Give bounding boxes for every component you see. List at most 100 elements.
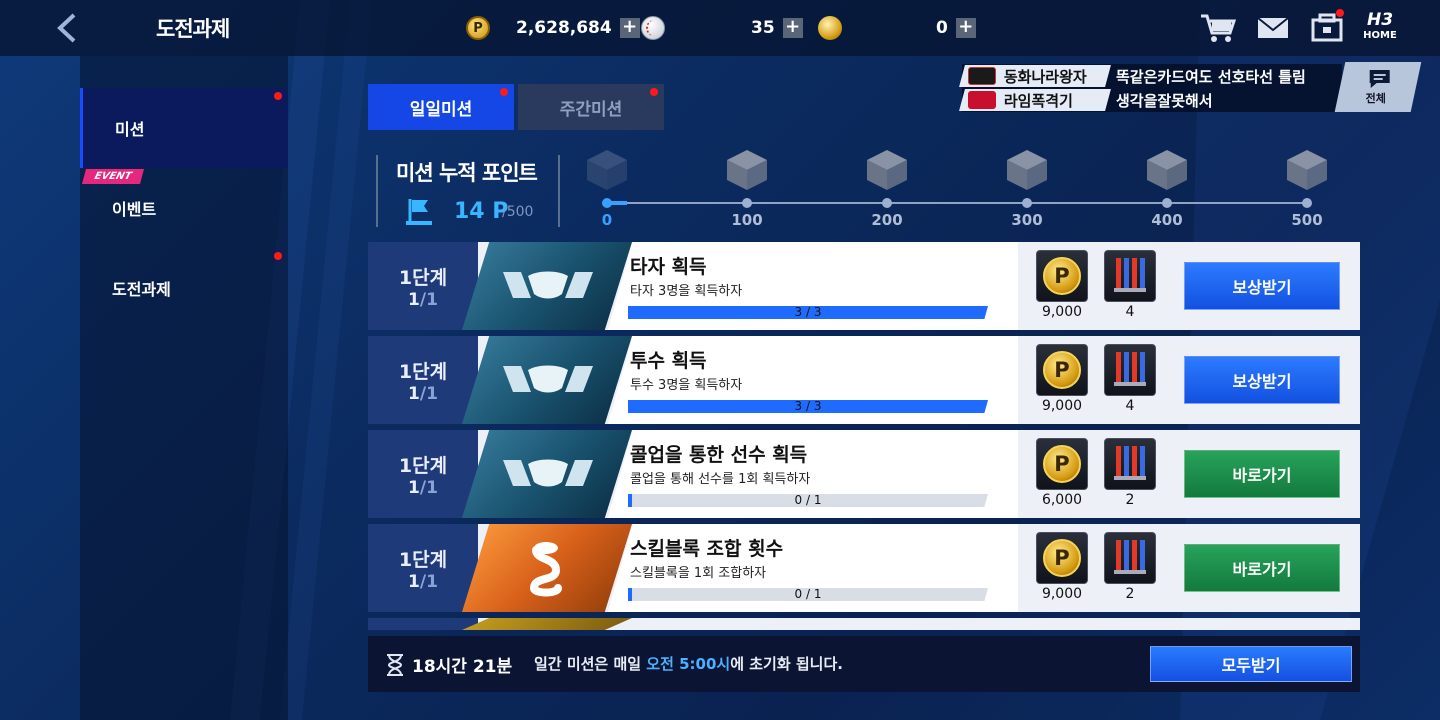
stage-count-done: 1 [408,383,420,404]
handshake-icon [503,365,593,393]
tab-weekly-mission[interactable]: 주간미션 [518,84,664,130]
bat-rack-icon [1114,446,1146,480]
reward-item-slot[interactable] [1104,438,1156,490]
reward-points-slot[interactable]: P [1036,532,1088,584]
mission-description: 투수 3명을 획득하자 [630,378,743,393]
milestone-label: 500 [1291,211,1323,229]
mission-action-label: 보상받기 [1232,372,1292,391]
mission-action-button[interactable]: 보상받기 [1184,356,1340,404]
reward-item-slot[interactable] [1104,532,1156,584]
progress-text: 3 / 3 [794,399,822,413]
milestone-label: 200 [871,211,903,229]
mission-art [462,430,632,518]
mission-action-button[interactable]: 바로가기 [1184,450,1340,498]
mission-action-button[interactable]: 보상받기 [1184,262,1340,310]
top-bar: 도전과제 P 2,628,684 + 35 + 0 + H3 HOME [0,0,1440,56]
reward-item-amount: 2 [1125,492,1135,508]
bat-rack-icon [1114,540,1146,574]
add-ball-button[interactable]: + [782,18,803,38]
view-all-label: 전체 [1365,92,1386,105]
milestone-box-opened-icon[interactable] [585,148,629,192]
sidebar-item-label: 이벤트 [112,200,157,219]
milestone-box-icon[interactable] [865,148,909,192]
tab-label: 일일미션 [409,99,473,120]
add-points-button[interactable]: + [619,18,640,38]
milestone-dot [742,198,752,208]
gold-value: 0 [936,18,948,38]
page-title: 도전과제 [156,17,230,41]
gold-ball-icon [818,16,842,40]
ticker-user: 동화나라왕자 [1004,67,1087,86]
gold-currency: 0 + [818,14,976,42]
mission-action-button[interactable]: 바로가기 [1184,544,1340,592]
milestone-dot [1022,198,1032,208]
progress-text: 0 / 1 [794,587,822,601]
progress-text: 0 / 1 [794,493,822,507]
milestone-box-icon[interactable] [1005,148,1049,192]
mission-progress-bar: 3 / 3 [628,306,988,319]
mission-description: 콜업을 통해 선수를 1회 획득하자 [630,472,811,487]
milestone-box-icon[interactable] [1285,148,1329,192]
ticker-row: 동화나라왕자 똑같은카드여도 선호타선 틀림 [959,65,1306,87]
stage-label: 1단계 [398,454,448,477]
mission-title: 스킬블록 조합 횟수 [630,538,784,560]
tab-label: 주간미션 [559,99,623,120]
mission-points-panel: 미션 누적 포인트 14 P /500 [376,155,560,227]
skill-block-icon [529,542,562,597]
stage-count-total: /1 [419,477,438,498]
stage-label: 1단계 [398,548,448,571]
milestone-box-icon[interactable] [1145,148,1189,192]
bears-logo-icon [968,67,996,85]
milestone-dot [882,198,892,208]
reward-points-slot[interactable]: P [1036,344,1088,396]
stage-count-total: /1 [419,571,438,592]
reward-points-slot[interactable]: P [1036,250,1088,302]
mission-action-label: 바로가기 [1232,560,1292,579]
milestone-dot [1302,198,1312,208]
bat-rack-icon [1114,258,1146,292]
points-coin-icon: P [1043,539,1081,577]
ticker-badge: 라임폭격기 [959,89,1111,111]
stage-label: 1단계 [398,360,448,383]
mission-art [462,242,632,330]
sidebar-item-event[interactable]: 이벤트 [80,168,288,248]
view-all-button[interactable]: 전체 [1334,62,1422,112]
stage-count: 1/1 [408,290,438,310]
stage-count-total: /1 [419,289,438,310]
stage-cell: 1단계 1/1 [368,524,478,612]
handshake-icon [503,459,593,487]
home-button[interactable]: H3 HOME [1362,10,1398,46]
mail-icon[interactable] [1254,10,1294,46]
home-label: HOME [1363,30,1397,41]
sidebar: 미션 EVENT 이벤트 도전과제 [80,56,288,720]
reward-item-amount: 4 [1125,398,1135,414]
tab-daily-mission[interactable]: 일일미션 [368,84,514,130]
reward-points-slot[interactable]: P [1036,438,1088,490]
reset-note-suffix: 에 초기화 됩니다. [730,655,843,673]
claim-all-button[interactable]: 모두받기 [1150,646,1352,682]
sidebar-item-mission[interactable]: 미션 [80,88,288,168]
news-ticker[interactable]: 동화나라왕자 똑같은카드여도 선호타선 틀림 라임폭격기 생각을잘못해서 [959,64,1342,112]
reward-item-amount: 2 [1125,586,1135,602]
reward-item-slot[interactable] [1104,344,1156,396]
mission-progress-bar: 0 / 1 [628,494,988,507]
add-gold-button[interactable]: + [955,18,976,38]
points-value: 2,628,684 [516,18,612,38]
back-arrow-icon[interactable] [52,12,82,44]
shop-cart-icon[interactable] [1198,10,1238,46]
reset-timer: 18시간 21분 [412,657,513,677]
sidebar-item-challenge[interactable]: 도전과제 [80,248,288,328]
ticker-user: 라임폭격기 [1004,91,1074,110]
ball-value: 35 [751,18,775,38]
stage-count-total: /1 [419,383,438,404]
stage-cell: 1단계 1/1 [368,242,478,330]
milestone-box-icon[interactable] [725,148,769,192]
milestone-dot [602,198,612,208]
mission-art [462,618,632,630]
reset-note-prefix: 일간 미션은 매일 [534,655,647,673]
ticker-badge: 동화나라왕자 [959,65,1111,87]
ticker-row: 라임폭격기 생각을잘못해서 [959,89,1213,111]
ticker-message: 생각을잘못해서 [1116,91,1213,110]
ball-currency: 35 + [641,14,803,42]
reward-item-slot[interactable] [1104,250,1156,302]
